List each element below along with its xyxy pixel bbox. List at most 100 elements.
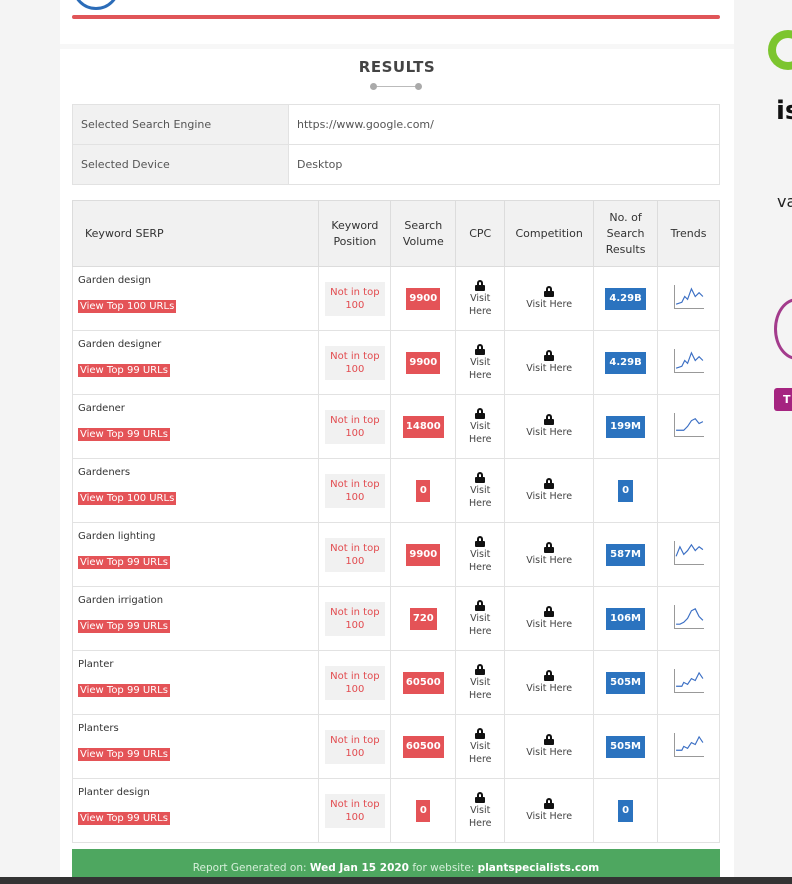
competition-lock[interactable]: Visit Here: [526, 542, 572, 567]
competition-link[interactable]: Visit Here: [526, 618, 572, 631]
keyword-cell: Planter design View Top 99 URLs: [71, 778, 320, 843]
position-cell: Not in top 100: [318, 586, 392, 651]
table-row: Planter View Top 99 URLs Not in top 100 …: [71, 650, 720, 715]
volume-cell: 60500: [390, 650, 457, 715]
competition-cell[interactable]: Visit Here: [504, 714, 595, 779]
lock-icon: [475, 279, 486, 291]
cpc-link[interactable]: Visit Here: [466, 420, 494, 446]
cpc-lock[interactable]: Visit Here: [466, 279, 494, 318]
competition-lock[interactable]: Visit Here: [526, 798, 572, 823]
cpc-cell[interactable]: Visit Here: [455, 458, 506, 523]
view-urls-link[interactable]: View Top 99 URLs: [78, 428, 170, 441]
lock-icon: [475, 599, 486, 611]
cpc-lock[interactable]: Visit Here: [466, 407, 494, 446]
keyword-name: Planters: [78, 723, 119, 734]
keyword-cell: Gardener View Top 99 URLs: [71, 394, 320, 459]
bottom-scrollbar[interactable]: [0, 877, 792, 884]
cpc-link[interactable]: Visit Here: [466, 292, 494, 318]
cpc-cell[interactable]: Visit Here: [455, 650, 506, 715]
keyword-cell: Garden design View Top 100 URLs: [71, 266, 320, 331]
competition-cell[interactable]: Visit Here: [504, 650, 595, 715]
cpc-cell[interactable]: Visit Here: [455, 330, 506, 395]
results-title: RESULTS: [358, 58, 436, 76]
competition-cell[interactable]: Visit Here: [504, 394, 595, 459]
cpc-lock[interactable]: Visit Here: [466, 791, 494, 830]
competition-link[interactable]: Visit Here: [526, 362, 572, 375]
results-cell: 0: [593, 778, 659, 843]
trend-sparkline-icon: [673, 541, 704, 565]
keyword-table: Keyword SERP Keyword Position Search Vol…: [71, 200, 720, 843]
keyword-cell: Garden lighting View Top 99 URLs: [71, 522, 320, 587]
volume-cell: 60500: [390, 714, 457, 779]
view-urls-link[interactable]: View Top 99 URLs: [78, 684, 170, 697]
cpc-link[interactable]: Visit Here: [466, 612, 494, 638]
view-urls-link[interactable]: View Top 100 URLs: [78, 492, 177, 505]
trend-cell: [657, 778, 720, 843]
cpc-link[interactable]: Visit Here: [466, 676, 494, 702]
lock-icon: [475, 343, 486, 355]
volume-cell: 14800: [390, 394, 457, 459]
position-value: Not in top 100: [324, 473, 385, 508]
competition-cell[interactable]: Visit Here: [504, 458, 595, 523]
cpc-cell[interactable]: Visit Here: [455, 714, 506, 779]
table-row: Garden irrigation View Top 99 URLs Not i…: [71, 586, 720, 651]
competition-lock[interactable]: Visit Here: [526, 606, 572, 631]
view-urls-link[interactable]: View Top 99 URLs: [78, 812, 170, 825]
cpc-link[interactable]: Visit Here: [466, 548, 494, 574]
volume-badge: 14800: [402, 415, 444, 438]
cpc-link[interactable]: Visit Here: [466, 484, 494, 510]
cpc-cell[interactable]: Visit Here: [455, 394, 506, 459]
cpc-cell[interactable]: Visit Here: [455, 266, 506, 331]
competition-cell[interactable]: Visit Here: [504, 330, 595, 395]
trend-cell: [657, 714, 720, 779]
volume-badge: 9900: [406, 351, 441, 374]
competition-link[interactable]: Visit Here: [526, 426, 572, 439]
competition-cell[interactable]: Visit Here: [504, 778, 595, 843]
side-logo-icon: [768, 30, 792, 70]
competition-link[interactable]: Visit Here: [526, 682, 572, 695]
competition-link[interactable]: Visit Here: [526, 746, 572, 759]
trend-cell: [657, 330, 720, 395]
cpc-link[interactable]: Visit Here: [466, 740, 494, 766]
cpc-lock[interactable]: Visit Here: [466, 471, 494, 510]
competition-cell[interactable]: Visit Here: [504, 522, 595, 587]
cpc-cell[interactable]: Visit Here: [455, 522, 506, 587]
trend-cell: [657, 266, 720, 331]
volume-badge: 60500: [402, 735, 444, 758]
cpc-cell[interactable]: Visit Here: [455, 778, 506, 843]
competition-link[interactable]: Visit Here: [526, 490, 572, 503]
competition-link[interactable]: Visit Here: [526, 298, 572, 311]
cpc-lock[interactable]: Visit Here: [466, 599, 494, 638]
competition-cell[interactable]: Visit Here: [504, 586, 595, 651]
table-row: Garden lighting View Top 99 URLs Not in …: [71, 522, 720, 587]
info-row-engine: Selected Search Engine https://www.googl…: [72, 104, 720, 145]
cpc-link[interactable]: Visit Here: [466, 356, 494, 382]
view-urls-link[interactable]: View Top 99 URLs: [78, 364, 170, 377]
competition-link[interactable]: Visit Here: [526, 554, 572, 567]
competition-lock[interactable]: Visit Here: [526, 286, 572, 311]
cpc-lock[interactable]: Visit Here: [466, 663, 494, 702]
side-badge[interactable]: T: [774, 388, 792, 411]
info-label: Selected Search Engine: [72, 104, 289, 145]
competition-lock[interactable]: Visit Here: [526, 734, 572, 759]
results-cell: 505M: [593, 714, 659, 779]
competition-lock[interactable]: Visit Here: [526, 414, 572, 439]
view-urls-link[interactable]: View Top 99 URLs: [78, 620, 170, 633]
competition-cell[interactable]: Visit Here: [504, 266, 595, 331]
cpc-link[interactable]: Visit Here: [466, 804, 494, 830]
competition-lock[interactable]: Visit Here: [526, 350, 572, 375]
settings-table: Selected Search Engine https://www.googl…: [72, 104, 720, 185]
competition-link[interactable]: Visit Here: [526, 810, 572, 823]
competition-lock[interactable]: Visit Here: [526, 670, 572, 695]
cpc-cell[interactable]: Visit Here: [455, 586, 506, 651]
view-urls-link[interactable]: View Top 100 URLs: [78, 300, 177, 313]
cpc-lock[interactable]: Visit Here: [466, 343, 494, 382]
view-urls-link[interactable]: View Top 99 URLs: [78, 748, 170, 761]
cpc-lock[interactable]: Visit Here: [466, 535, 494, 574]
cpc-lock[interactable]: Visit Here: [466, 727, 494, 766]
view-urls-link[interactable]: View Top 99 URLs: [78, 556, 170, 569]
col-cpc: CPC: [455, 200, 506, 267]
competition-lock[interactable]: Visit Here: [526, 478, 572, 503]
volume-cell: 9900: [390, 330, 457, 395]
lock-icon: [544, 542, 555, 553]
